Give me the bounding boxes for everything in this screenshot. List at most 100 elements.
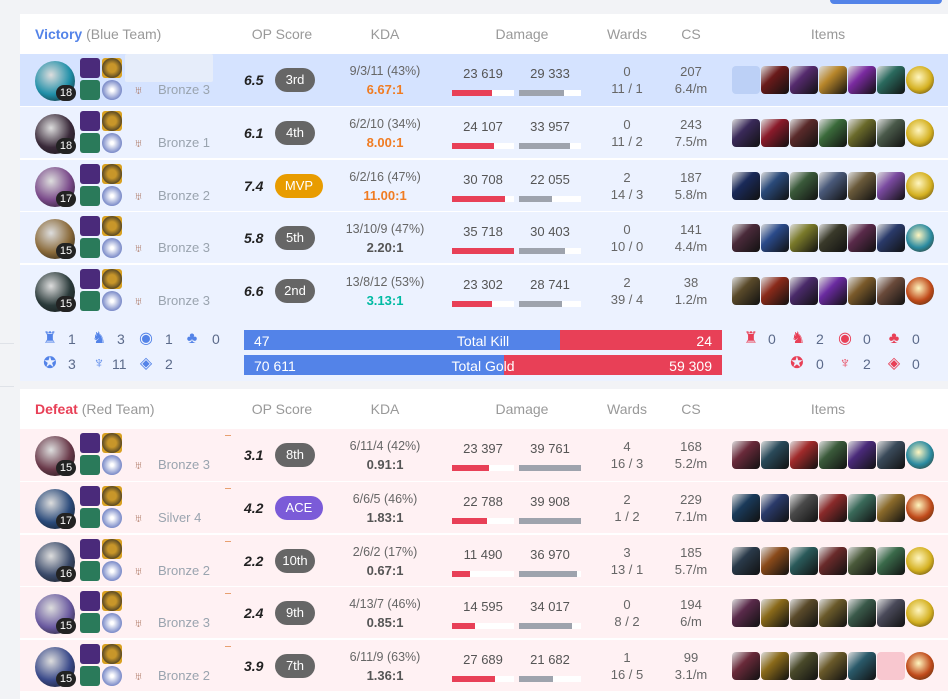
player-rank: Bronze 3	[158, 292, 211, 308]
item-icon[interactable]	[877, 546, 905, 575]
player-row[interactable]: 17 ♅ Silver 4 4.2 ACE 6/6/5 (46%) 1.83:1 22 788…	[20, 481, 948, 534]
player-row[interactable]: 15 ♅ Bronze 3 2.4 9th 4/13/7 (46%) 0.85:1 14 59…	[20, 586, 948, 639]
item-icon[interactable]	[819, 171, 847, 200]
item-icon[interactable]	[790, 599, 818, 628]
item-icon[interactable]	[732, 651, 760, 680]
item-icon[interactable]	[761, 276, 789, 305]
item-icon[interactable]	[761, 171, 789, 200]
item-icon[interactable]	[761, 599, 789, 628]
item-icon[interactable]	[819, 224, 847, 253]
item-icon[interactable]	[848, 171, 876, 200]
item-icon[interactable]	[877, 441, 905, 469]
damage-dealt: 24 107	[463, 119, 503, 135]
item-icon[interactable]	[819, 276, 847, 305]
trinket-icon[interactable]	[906, 651, 934, 680]
empty-item-slot[interactable]	[877, 651, 905, 680]
item-icon[interactable]	[848, 276, 876, 305]
summoner-name-redacted[interactable]	[125, 54, 213, 82]
player-row[interactable]: 15 ♅ Bronze 3 5.8 5th 13/10/9 (47%) 2.20:1 35 7…	[20, 211, 948, 264]
item-icon[interactable]	[761, 494, 789, 523]
item-icon[interactable]	[790, 224, 818, 253]
creep-score: 207	[680, 64, 702, 79]
player-row[interactable]: 15 ♅ Bronze 2 3.9 7th 6/11/9 (63%) 1.36:1 27 68…	[20, 638, 948, 691]
item-icon[interactable]	[877, 276, 905, 305]
player-row[interactable]: 16 ♅ Bronze 2 2.2 10th 2/6/2 (17%) 0.67:1 11 49…	[20, 533, 948, 586]
item-icon[interactable]	[790, 651, 818, 680]
summoner-spell-icon	[80, 665, 100, 686]
creep-score: 38	[683, 274, 699, 290]
creep-score: 229	[680, 492, 702, 508]
item-icon[interactable]	[848, 651, 876, 680]
item-icon[interactable]	[790, 494, 818, 523]
item-icon[interactable]	[819, 651, 847, 680]
item-icon[interactable]	[819, 66, 847, 94]
damage-dealt-fill	[452, 90, 493, 96]
item-icon[interactable]	[877, 599, 905, 628]
item-icon[interactable]	[877, 171, 905, 200]
player-row[interactable]: 15 ♅ Bronze 3 6.6 2nd 13/8/12 (53%) 3.13:1 23 3…	[20, 263, 948, 316]
damage-taken: 22 055	[530, 171, 570, 187]
item-icon[interactable]	[848, 119, 876, 148]
item-icon[interactable]	[877, 119, 905, 148]
trinket-icon[interactable]	[906, 224, 934, 253]
item-icon[interactable]	[819, 546, 847, 575]
item-icon[interactable]	[732, 441, 760, 469]
item-icon[interactable]	[848, 546, 876, 575]
item-icon[interactable]	[819, 119, 847, 148]
damage-dealt-fill	[452, 570, 470, 577]
item-icon[interactable]	[732, 224, 760, 253]
trinket-icon[interactable]	[906, 546, 934, 575]
item-icon[interactable]	[732, 494, 760, 523]
item-icon[interactable]	[848, 66, 876, 94]
player-row[interactable]: 18 ♅ Bronze 3 6.5 3rd 9/3/11 (43%) 6.67:1 23 61…	[20, 54, 948, 106]
item-icon[interactable]	[761, 651, 789, 680]
item-icon[interactable]	[761, 224, 789, 253]
item-icon[interactable]	[819, 494, 847, 523]
tier-emblem-icon: ♅	[134, 458, 143, 472]
item-icon[interactable]	[761, 546, 789, 575]
item-icon[interactable]	[877, 494, 905, 523]
item-icon[interactable]	[790, 441, 818, 469]
item-icon[interactable]	[848, 494, 876, 523]
item-icon[interactable]	[761, 441, 789, 469]
player-row[interactable]: 17 ♅ Bronze 2 7.4 MVP 6/2/16 (47%) 11.00:1 30 7…	[20, 158, 948, 211]
creep-score-per-minute: 7.5/m	[674, 134, 708, 150]
trinket-icon[interactable]	[906, 66, 934, 94]
item-icon[interactable]	[761, 119, 789, 148]
item-icon[interactable]	[732, 119, 760, 148]
item-icon[interactable]	[790, 546, 818, 575]
summoner-spell-icon	[80, 268, 100, 289]
item-icon[interactable]	[732, 546, 760, 575]
empty-item-slot[interactable]	[732, 66, 760, 94]
item-icon[interactable]	[848, 599, 876, 628]
secondary-rune-icon	[102, 560, 122, 581]
player-row[interactable]: 15 ♅ Bronze 3 3.1 8th 6/11/4 (42%) 0.91:1 23 39…	[20, 429, 948, 481]
trinket-icon[interactable]	[906, 494, 934, 523]
item-icon[interactable]	[790, 171, 818, 200]
op-score-rank-badge: 2nd	[275, 278, 315, 303]
item-icon[interactable]	[761, 66, 789, 94]
item-icon[interactable]	[877, 66, 905, 94]
item-icon[interactable]	[790, 119, 818, 148]
trinket-icon[interactable]	[906, 171, 934, 200]
trinket-icon[interactable]	[906, 441, 934, 469]
trinket-icon[interactable]	[906, 119, 934, 148]
op-score-value: 5.8	[244, 230, 264, 247]
tier-emblem-icon: ♅	[134, 511, 143, 526]
item-icon[interactable]	[848, 224, 876, 253]
herald-icon: ◉	[838, 330, 852, 347]
player-row[interactable]: 18 ♅ Bronze 1 6.1 4th 6/2/10 (34%) 8.00:1 24 10…	[20, 106, 948, 159]
top-action-button[interactable]	[830, 0, 942, 4]
item-icon[interactable]	[732, 599, 760, 628]
item-icon[interactable]	[732, 276, 760, 305]
summoner-spell-icon	[80, 290, 100, 311]
item-icon[interactable]	[877, 224, 905, 253]
item-icon[interactable]	[819, 441, 847, 469]
item-icon[interactable]	[819, 599, 847, 628]
trinket-icon[interactable]	[906, 276, 934, 305]
item-icon[interactable]	[848, 441, 876, 469]
item-icon[interactable]	[790, 66, 818, 94]
item-icon[interactable]	[732, 171, 760, 200]
item-icon[interactable]	[790, 276, 818, 305]
trinket-icon[interactable]	[906, 599, 934, 628]
